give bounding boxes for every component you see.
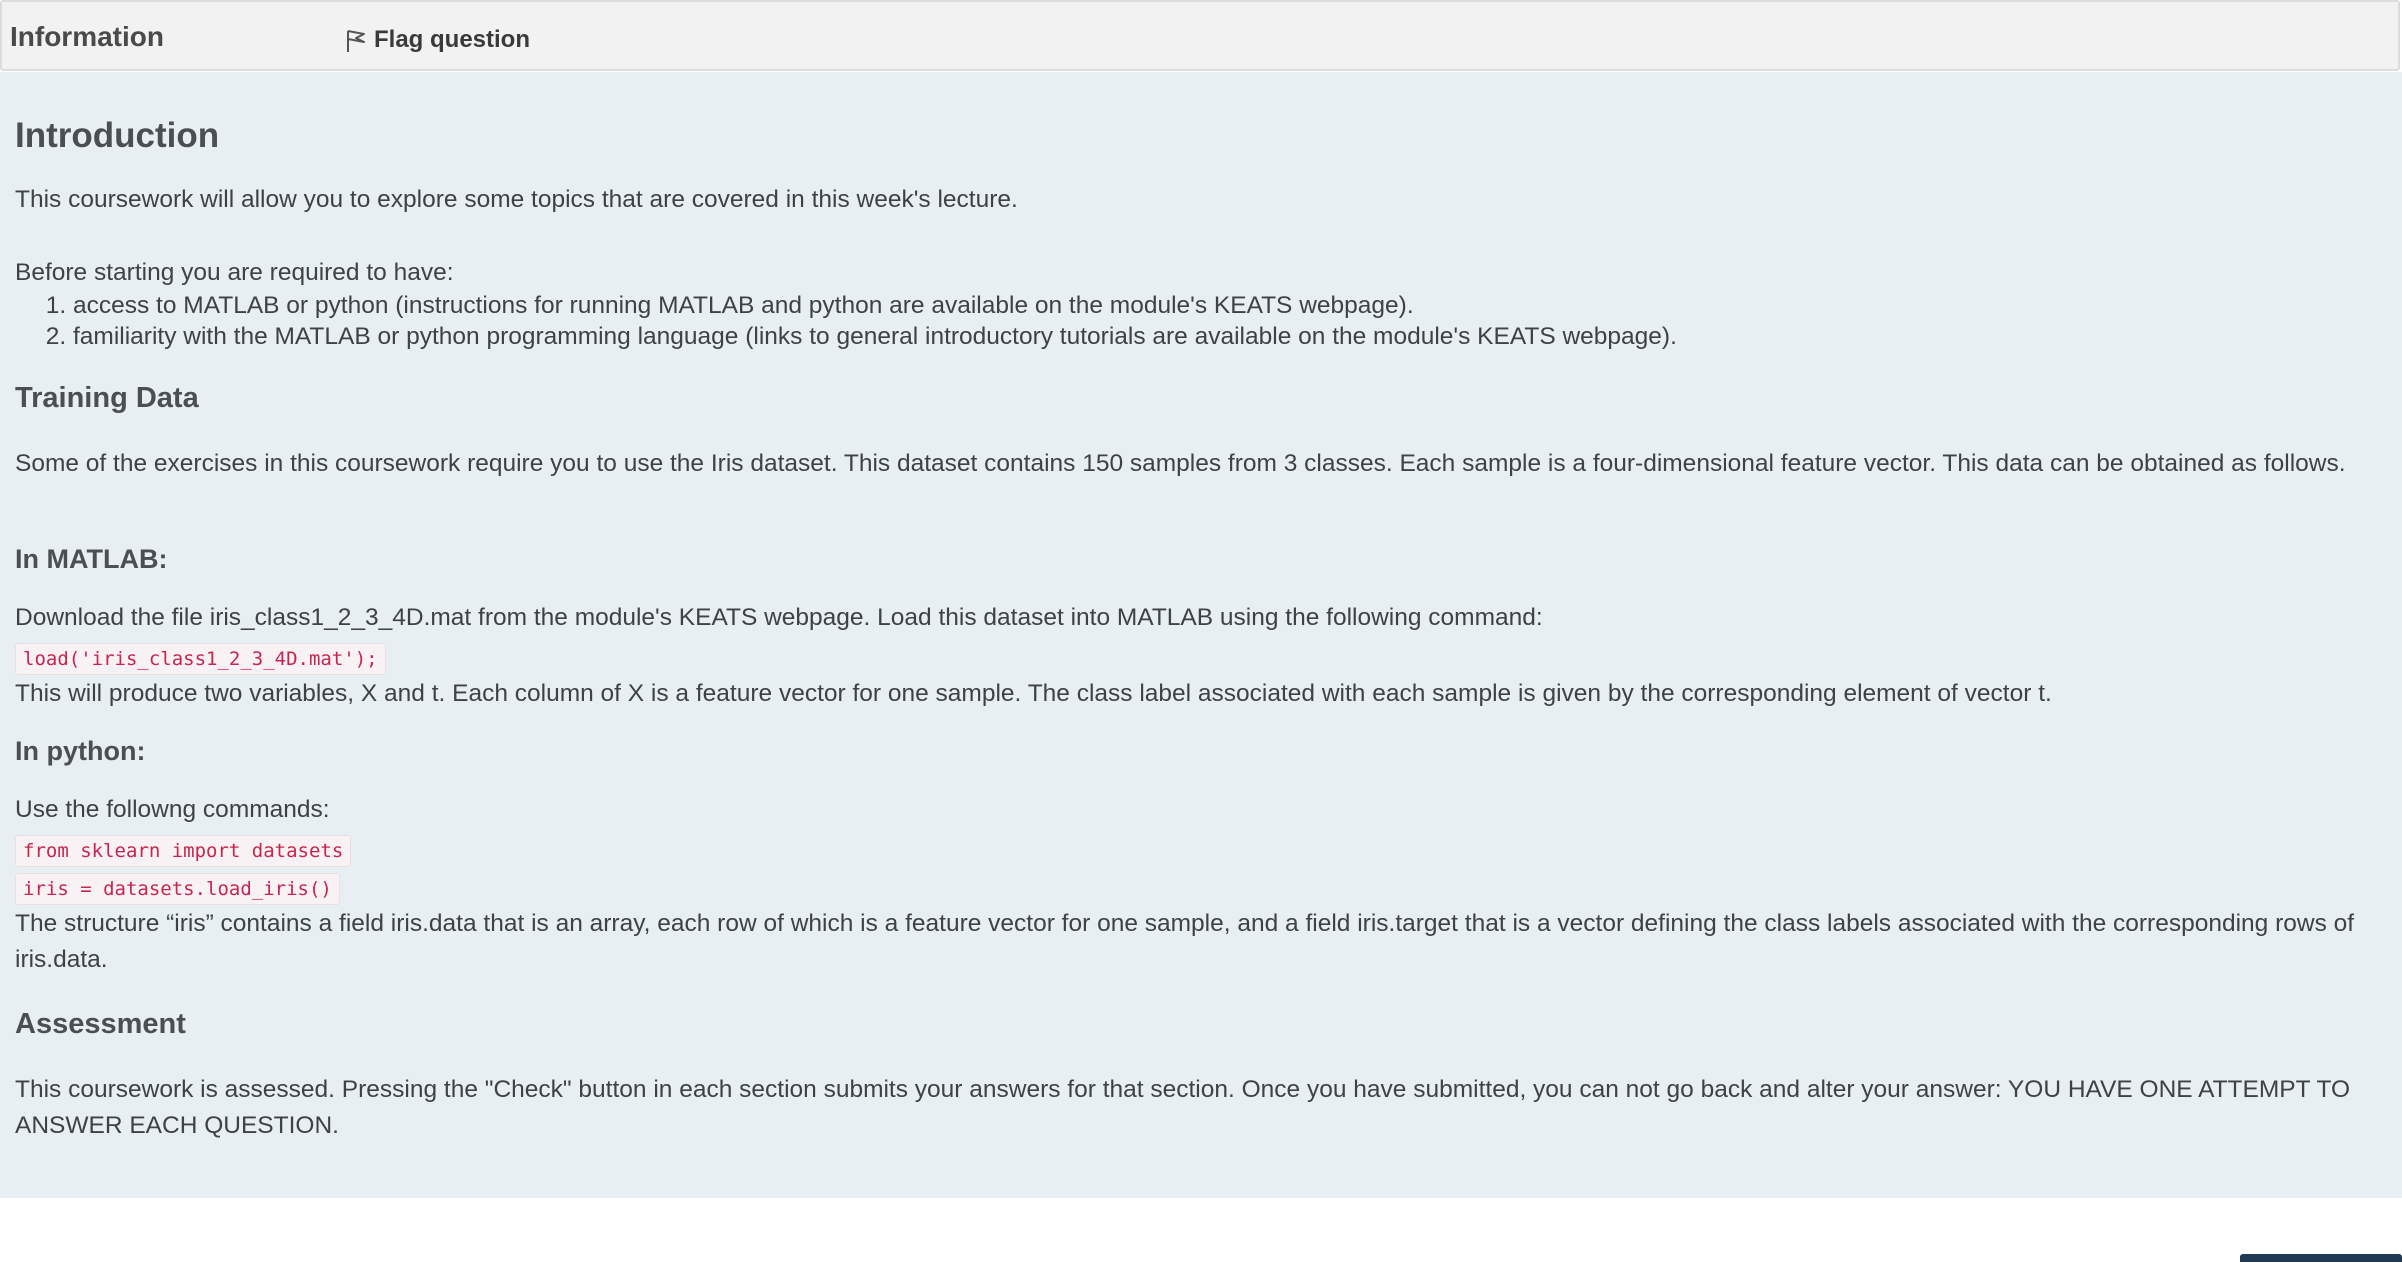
training-data-heading: Training Data — [15, 382, 199, 414]
matlab-after-text: This will produce two variables, X and t… — [15, 680, 2052, 707]
assessment-text: This coursework is assessed. Pressing th… — [15, 1076, 2351, 1139]
info-title: Information — [10, 21, 164, 52]
python-code-load: iris = datasets.load_iris() — [15, 873, 340, 905]
flag-question-link[interactable]: Flag question — [342, 25, 530, 55]
training-data-text: Some of the exercises in this coursework… — [15, 450, 2346, 477]
matlab-heading: In MATLAB: — [15, 544, 168, 574]
intro-text: This coursework will allow you to explor… — [15, 186, 1018, 213]
flag-question-label: Flag question — [374, 26, 530, 53]
question-info-bar: Information Flag question — [0, 0, 2400, 71]
matlab-code: load('iris_class1_2_3_4D.mat'); — [15, 643, 386, 675]
prereq-list: access to MATLAB or python (instructions… — [15, 290, 1677, 352]
assessment-heading: Assessment — [15, 1008, 186, 1040]
flag-icon — [342, 25, 370, 55]
next-page-button[interactable] — [2240, 1254, 2402, 1262]
python-heading: In python: — [15, 736, 146, 766]
list-item: access to MATLAB or python (instructions… — [73, 290, 1677, 321]
question-content: Introduction This coursework will allow … — [0, 72, 2402, 1198]
prereq-intro: Before starting you are required to have… — [15, 259, 454, 286]
introduction-heading: Introduction — [15, 116, 220, 155]
python-code-import: from sklearn import datasets — [15, 835, 352, 867]
matlab-text: Download the file iris_class1_2_3_4D.mat… — [15, 604, 1543, 631]
python-text: Use the followng commands: — [15, 796, 330, 823]
python-after-text: The structure “iris” contains a field ir… — [15, 910, 2355, 973]
list-item: familiarity with the MATLAB or python pr… — [73, 321, 1677, 352]
